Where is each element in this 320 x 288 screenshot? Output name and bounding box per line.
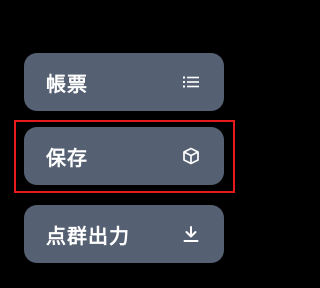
export-point-cloud-button-label: 点群出力 (46, 223, 130, 248)
report-button-label: 帳票 (46, 71, 88, 96)
save-button[interactable]: 保存 (24, 127, 224, 185)
download-icon (181, 224, 201, 244)
report-button[interactable]: 帳票 (24, 53, 224, 111)
screen: 帳票 保存 点群出力 (0, 0, 250, 288)
list-icon (181, 72, 201, 92)
export-point-cloud-button[interactable]: 点群出力 (24, 205, 224, 263)
save-button-label: 保存 (46, 145, 88, 170)
cube-icon (181, 146, 201, 166)
